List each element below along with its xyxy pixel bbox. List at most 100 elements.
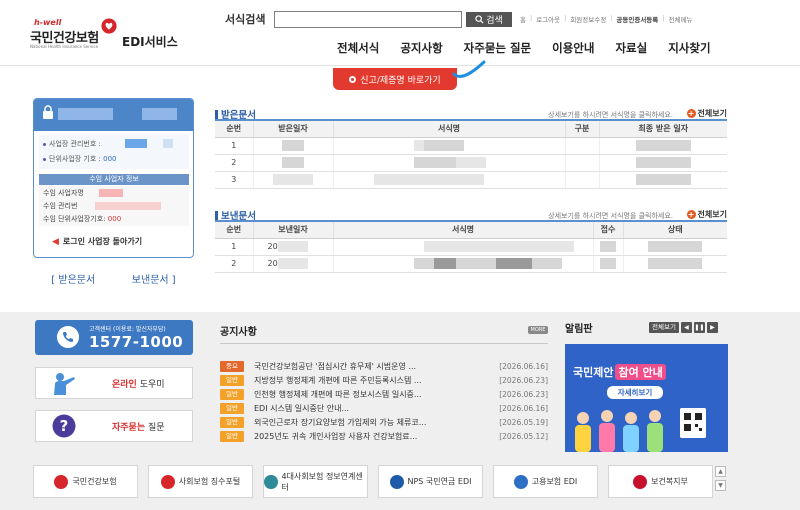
table-row[interactable]: 2 [215,154,727,172]
customer-center-label: 고객센터 (이용료: 발신자부담) [89,326,166,333]
side-tab-sent[interactable]: 보낸문서 ] [132,271,176,286]
col-form-name: 서식명 [333,222,594,239]
partner-link[interactable]: 고용보험 EDI [493,465,598,498]
sent-view-all-label: 전체보기 [697,210,727,219]
notice-item[interactable]: 일반 인천형 행정체제 개편에 따른 정보시스템 일시중... [2026.06.2… [220,388,548,401]
partner-link[interactable]: 사회보험 징수포털 [148,465,253,498]
question-icon: ? [52,414,76,438]
table-row[interactable]: 1 [215,137,727,155]
col-type: 구분 [565,121,600,138]
table-row[interactable]: 1 20 [215,238,727,256]
util-logout[interactable]: 로그아웃 [536,14,560,24]
board-view-all-button[interactable]: 전체보기 [649,322,679,333]
partner-down-button[interactable]: ▼ [715,480,726,491]
sent-docs-hint: 상세보기를 하시려면 서식명을 클릭하세요. [548,212,673,220]
logo-edi-service: EDI서비스 [122,35,178,49]
notice-text: EDI 시스템 일시중단 안내... [254,404,350,413]
delegated-business-info: 수임 사업자명 수임 관리번 수임 단위사업장기호: 000 [39,186,189,226]
checkmark-annotation-icon [452,60,486,78]
board-next-button[interactable]: ▶ [706,322,718,333]
recv-unit-label: 수임 단위사업장기호: [43,215,106,223]
notice-more-button[interactable]: MORE [528,326,548,334]
partner-nav: ▲ ▼ [715,466,726,491]
masked-company-name [58,108,113,120]
search-input[interactable] [274,11,462,28]
svg-text:?: ? [60,417,69,435]
row-no: 2 [215,154,254,172]
board-title: 알림판 [565,324,593,335]
notice-item[interactable]: 일반 EDI 시스템 일시중단 안내... [2026.06.16] [220,402,548,415]
nav-library[interactable]: 자료실 [615,40,647,56]
board-pause-button[interactable]: ❚❚ [693,322,705,333]
quick-report-button[interactable]: 신고/제증명 바로가기 [333,68,457,90]
login-header [34,99,193,131]
delegated-business-title: 수임 사업자 정보 [39,174,189,185]
banner-detail-button[interactable]: 자세히보기 [607,386,663,399]
nhis-logo[interactable]: h-well 국민건강보험 National Health Insurance … [30,18,190,54]
util-cert-register[interactable]: 공동인증서등록 [616,14,658,24]
table-row[interactable]: 2 20 [215,255,727,273]
notice-text: 2025년도 귀속 개인사업장 사용자 건강보험료... [254,432,418,441]
received-docs-hint: 상세보기를 하시려면 서식명을 클릭하세요. [548,111,673,119]
notice-item[interactable]: 중요 국민건강보험공단 '점심시간 휴무제' 시범운영 ... [2026.06.1… [220,360,548,373]
notice-tag: 일반 [220,417,244,428]
util-member-edit[interactable]: 회원정보수정 [570,14,606,24]
table-row[interactable]: 3 [215,171,727,189]
partner-link[interactable]: NPS 국민연금 EDI [378,465,483,498]
notice-tag: 일반 [220,403,244,414]
received-view-all-label: 전체보기 [697,109,727,118]
partner-name: 보건복지부 [651,477,688,486]
search-button-label: 검색 [486,16,503,26]
faq-button[interactable]: ? 자주묻는 질문 [35,410,193,442]
lock-icon [43,105,53,119]
util-all-menu[interactable]: 전체메뉴 [668,14,692,24]
nav-faq[interactable]: 자주묻는 질문 [464,40,531,56]
received-docs-title: 받은문서 [215,107,256,121]
masked-user-name [142,108,177,120]
proposal-banner[interactable]: 국민제안 참여 안내 자세히보기 [565,344,728,452]
partner-link[interactable]: 보건복지부 [608,465,713,498]
banner-headline: 국민제안 참여 안내 [573,364,666,380]
board-prev-button[interactable]: ◀ [680,322,692,333]
notice-date: [2026.05.12] [499,432,548,441]
nav-all-forms[interactable]: 전체서식 [337,40,379,56]
col-no: 순번 [215,222,254,239]
notice-text: 외국인근로자 장기요양보험 가입제외 가능 체류코... [254,418,427,427]
received-view-all-button[interactable]: + 전체보기 [686,108,727,119]
partner-logo-icon [54,474,69,489]
notice-item[interactable]: 일반 외국인근로자 장기요양보험 가입제외 가능 체류코... [2026.05.1… [220,416,548,429]
side-tab-received[interactable]: [ 받은문서 [51,271,95,286]
faq-label: 자주묻는 질문 [112,420,165,433]
notice-text: 국민건강보험공단 '점심시간 휴무제' 시범운영 ... [254,362,417,371]
row-date: 20 [267,242,278,251]
partner-up-button[interactable]: ▲ [715,466,726,477]
banner-pill: 참여 안내 [615,364,666,380]
mgmt-no-row: 사업장 관리번호 : [43,139,101,149]
qr-code-icon [680,408,706,438]
col-recv-date: 받은일자 [253,121,334,138]
search-button[interactable]: 검색 [466,12,512,27]
col-last-recv-date: 최종 받은 일자 [599,121,727,138]
notice-date: [2026.06.23] [499,376,548,385]
target-icon [349,75,357,83]
partner-logo-icon [513,474,528,489]
notice-item[interactable]: 일반 2025년도 귀속 개인사업장 사용자 건강보험료... [2026.05.1… [220,430,548,443]
nav-find-branch[interactable]: 지사찾기 [668,40,710,56]
partner-link[interactable]: 국민건강보험 [33,465,138,498]
received-docs-title-text: 받은문서 [221,110,256,121]
notice-item[interactable]: 일반 지방정부 행정체계 개편에 따른 주민등록시스템 ... [2026.06.2… [220,374,548,387]
customer-center-box[interactable]: 고객센터 (이용료: 발신자부담) 1577-1000 [35,320,193,355]
notice-panel: 공지사항 MORE 중요 국민건강보험공단 '점심시간 휴무제' 시범운영 ...… [220,323,548,442]
online-helper-button[interactable]: 온라인 도우미 [35,367,193,399]
sent-docs-header: 보낸문서 상세보기를 하시려면 서식명을 클릭하세요. + 전체보기 [215,207,727,222]
recv-name-label: 수임 사업자명 [43,189,84,197]
back-to-login-business-link[interactable]: ◀ 로그인 사업장 돌아가기 [52,236,142,247]
nav-notices[interactable]: 공지사항 [400,40,442,56]
received-docs-header: 받은문서 상세보기를 하시려면 서식명을 클릭하세요. + 전체보기 [215,106,727,121]
util-home[interactable]: 홈 [520,14,526,24]
partner-links: 국민건강보험 사회보험 징수포털 4대사회보험 정보연계센터 NPS 국민연금 EDI… [33,465,723,498]
customer-center-number: 1577-1000 [89,333,184,351]
nav-usage-guide[interactable]: 이용안내 [552,40,594,56]
sent-view-all-button[interactable]: + 전체보기 [686,209,727,220]
partner-link[interactable]: 4대사회보험 정보연계센터 [263,465,368,498]
